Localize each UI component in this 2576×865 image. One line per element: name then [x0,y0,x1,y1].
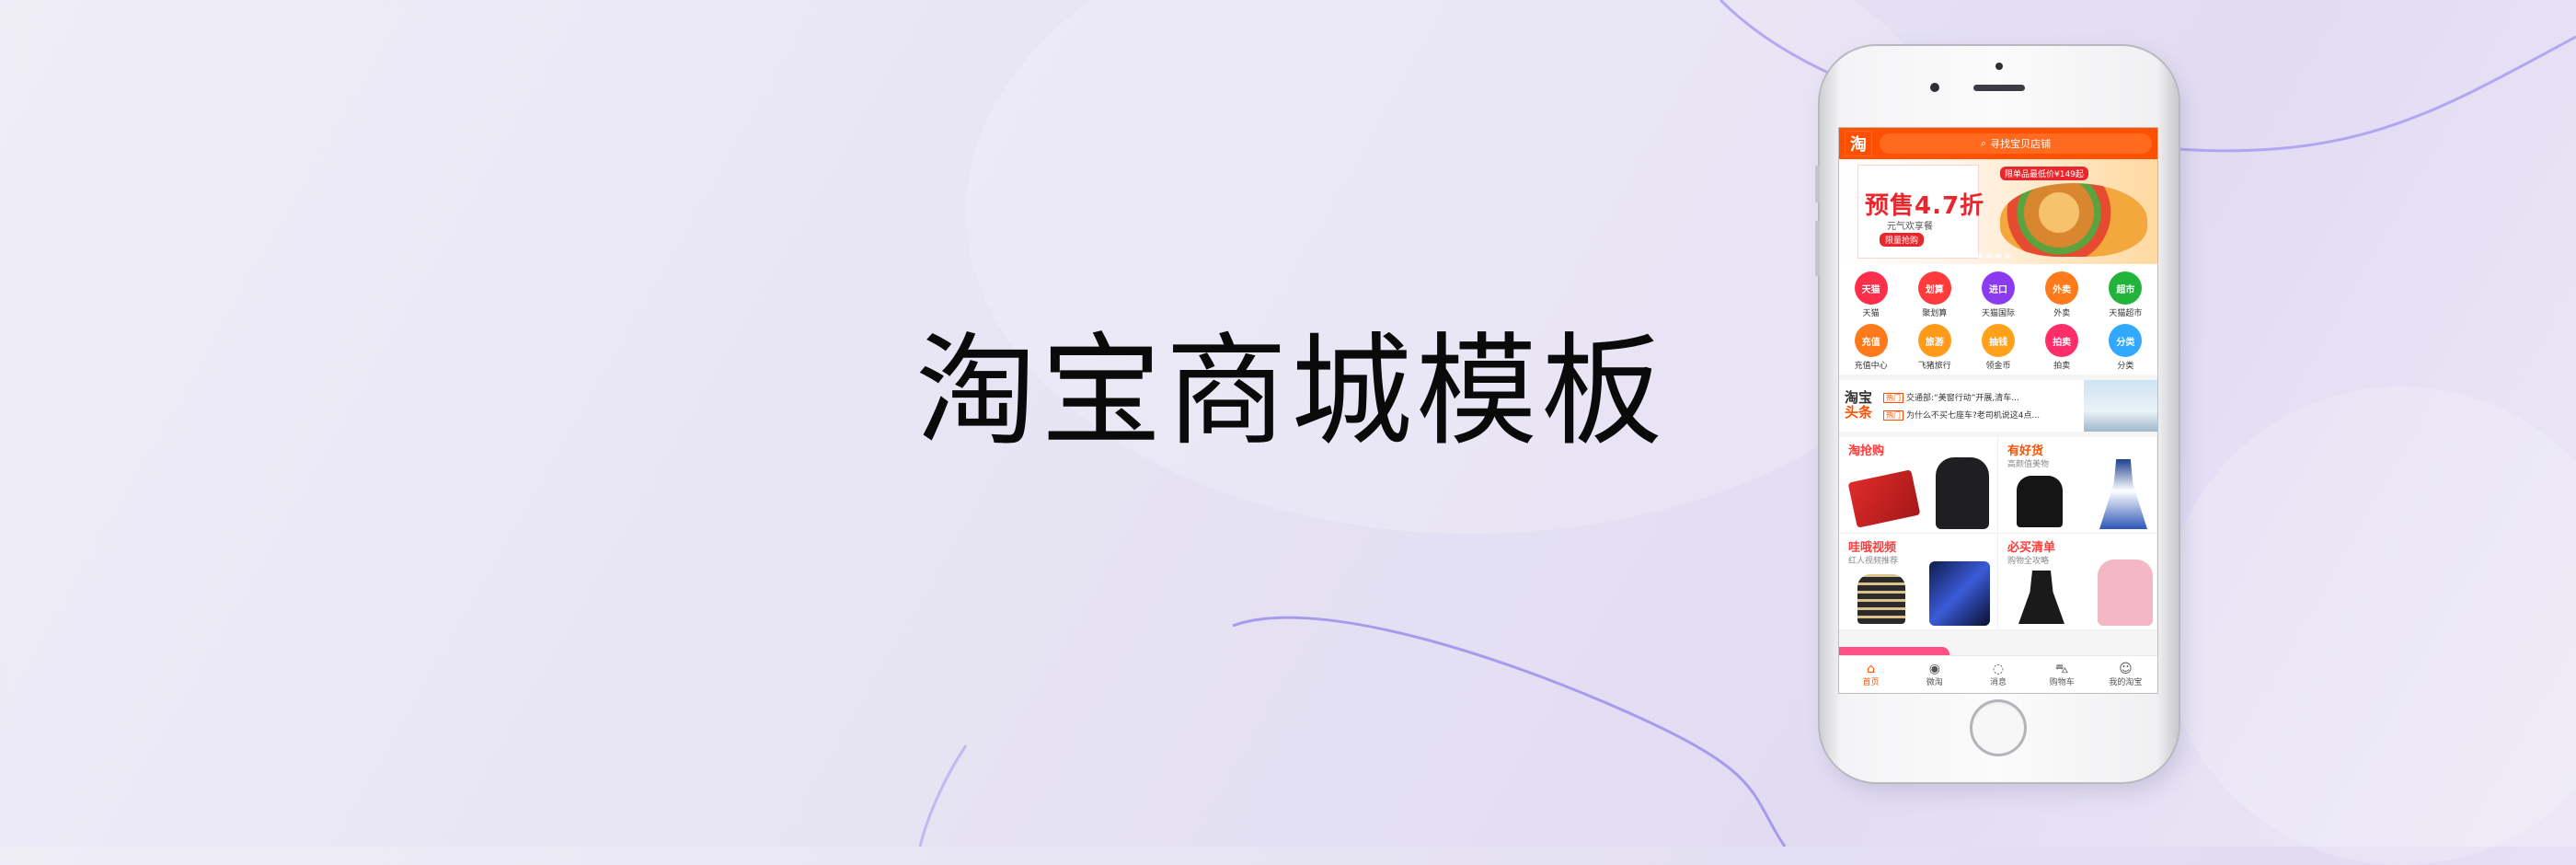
promo-price-tag: 限单品最低价¥149起 [2000,167,2088,180]
tab-label: 购物车 [2049,677,2075,687]
promo-sub-text: 元气欢享餐 [1887,222,1933,232]
hot-tag: 热门 [1883,393,1903,403]
home-icon: ⌂ [1867,661,1876,676]
page-title: 淘宝商城模板 [915,321,1666,463]
section-youhaohuo[interactable]: 有好货 高颜值美物 [1998,437,2157,534]
taobao-headlines[interactable]: 淘宝 头条 热门 交通部:“美窗行动”开展,清车... 热门 为什么不买七座车?老司… [1839,380,2157,432]
tab-label: 微淘 [1926,677,1943,687]
category-classify[interactable]: 分类 分类 [2094,324,2157,371]
category-supermarket[interactable]: 超市 天猫超市 [2094,271,2157,318]
section-bimai[interactable]: 必买清单 购物全攻略 [1998,534,2157,630]
section-subtitle: 红人视频推荐 [1848,557,1899,566]
search-bar[interactable]: ⌕ 寻找宝贝店铺 [1880,133,2152,154]
juhuasuan-icon: 划算 [1917,271,1951,305]
message-icon: ◌ [1992,661,2005,676]
section-subtitle: 购物全攻略 [2007,557,2050,566]
section-subtitle: 高颜值美物 [2007,460,2050,469]
import-icon: 进口 [1981,271,2015,305]
tab-cart[interactable]: ⛍ 购物车 [2030,656,2094,693]
category-label: 分类 [2117,362,2134,371]
supermarket-icon: 超市 [2109,271,2143,305]
app-header: 淘 ⌕ 寻找宝贝店铺 [1839,128,2157,159]
proximity-sensor [1995,63,2003,70]
headline-text: 交通部:“美窗行动”开展,清车... [1906,394,2019,403]
section-video[interactable]: 哇哦视频 红人视频推荐 [1839,534,1998,630]
headline-item[interactable]: 热门 为什么不买七座车?老司机说这4点... [1883,409,2040,421]
tab-label: 我的淘宝 [2109,677,2143,687]
headline-item[interactable]: 热门 交通部:“美窗行动”开展,清车... [1883,391,2040,403]
auction-icon: 拍卖 [2045,324,2079,357]
promo-banner[interactable]: 预售4.7折 元气欢享餐 限量抢购 限单品最低价¥149起 [1839,159,2157,264]
section-title: 哇哦视频 [1848,541,1897,555]
category-tmall[interactable]: 天猫 天猫 [1839,271,1903,318]
food-image [2000,183,2147,257]
weitao-icon: ◉ [1928,661,1940,676]
headline-text: 为什么不买七座车?老司机说这4点... [1906,411,2041,421]
promo-button[interactable]: 限量抢购 [1880,233,1925,247]
recharge-icon: 充值 [1854,324,1888,357]
category-label: 领金币 [1985,362,2011,371]
category-recharge[interactable]: 充值 充值中心 [1839,324,1903,371]
category-juhuasuan[interactable]: 划算 聚划算 [1903,271,1966,318]
section-title: 有好货 [2007,444,2044,458]
pink-sweater-image [2098,559,2153,626]
phone-side-button [1815,166,1820,202]
headlines-list: 热门 交通部:“美窗行动”开展,清车... 热门 为什么不买七座车?老司机说这4点.… [1883,391,2040,421]
headlines-logo-line2: 头条 [1845,404,1873,421]
red-gadget-image [1847,469,1921,528]
phone-earpiece [1973,85,2025,91]
black-jacket-image [1936,457,1989,529]
phone-home-button[interactable] [1970,699,2027,756]
taobao-logo[interactable]: 淘 [1845,131,1872,156]
category-label: 天猫超市 [2109,309,2143,318]
classify-icon: 分类 [2109,324,2143,357]
search-icon: ⌕ [1980,137,1987,149]
smartphone-image [1929,561,1990,626]
category-label: 拍卖 [2053,362,2071,371]
tab-home[interactable]: ⌂ 首页 [1839,656,1903,693]
category-label: 天猫国际 [1981,309,2015,318]
category-icon-grid: 天猫 天猫 划算 聚划算 进口 天猫国际 外卖 外卖 超市 天猫超市 充值 充值中心 旅游飞… [1839,264,2157,375]
category-label: 飞猪旅行 [1917,362,1951,371]
takeout-icon: 外卖 [2045,271,2079,305]
promo-main-text: 预售4.7折 [1865,192,1985,220]
headline-image [2084,380,2157,432]
coins-icon: 抽钱 [1981,324,2015,357]
carousel-dots[interactable] [1977,253,2010,259]
tab-label: 首页 [1862,677,1880,687]
category-label: 聚划算 [1922,309,1948,318]
hot-tag: 热门 [1883,410,1903,421]
profile-icon: ☺ [2119,661,2133,676]
category-coins[interactable]: 抽钱 领金币 [1966,324,2030,371]
search-placeholder: 寻找宝贝店铺 [1990,138,2052,150]
feature-sections: 淘抢购 有好货 高颜值美物 哇哦视频 红人视频推荐 必买清单 购物全攻略 [1839,437,2157,630]
travel-icon: 旅游 [1917,324,1951,357]
tab-messages[interactable]: ◌ 消息 [1966,656,2030,693]
category-auction[interactable]: 拍卖 拍卖 [2030,324,2094,371]
dress-image [2099,459,2147,529]
category-tmall-global[interactable]: 进口 天猫国际 [1966,271,2030,318]
section-taoqianggou[interactable]: 淘抢购 [1839,437,1998,534]
category-label: 外卖 [2053,309,2071,318]
app-screen: 淘 ⌕ 寻找宝贝店铺 预售4.7折 元气欢享餐 限量抢购 限单品最低价¥149起… [1838,127,2158,694]
category-label: 天猫 [1862,309,1880,318]
phone-side-button [1815,221,1820,276]
tab-label: 消息 [1990,677,2007,687]
section-title: 必买清单 [2007,541,2056,555]
sweater-image [1857,574,1905,624]
bottom-nav: ⌂ 首页 ◉ 微淘 ◌ 消息 ⛍ 购物车 ☺ 我的淘宝 [1839,655,2157,693]
section-title: 淘抢购 [1848,444,1885,458]
category-travel[interactable]: 旅游 飞猪旅行 [1903,324,1966,371]
black-dress-image [2018,571,2064,624]
headlines-logo: 淘宝 头条 [1845,390,1878,421]
category-takeout[interactable]: 外卖 外卖 [2030,271,2094,318]
tmall-icon: 天猫 [1854,271,1888,305]
leather-jacket-image [2017,476,2063,527]
cart-icon: ⛍ [2054,661,2069,676]
front-camera [1930,83,1939,92]
tab-profile[interactable]: ☺ 我的淘宝 [2094,656,2157,693]
tab-weitao[interactable]: ◉ 微淘 [1903,656,1966,693]
phone-mockup: 淘 ⌕ 寻找宝贝店铺 预售4.7折 元气欢享餐 限量抢购 限单品最低价¥149起… [1815,46,2179,782]
category-label: 充值中心 [1854,362,1888,371]
